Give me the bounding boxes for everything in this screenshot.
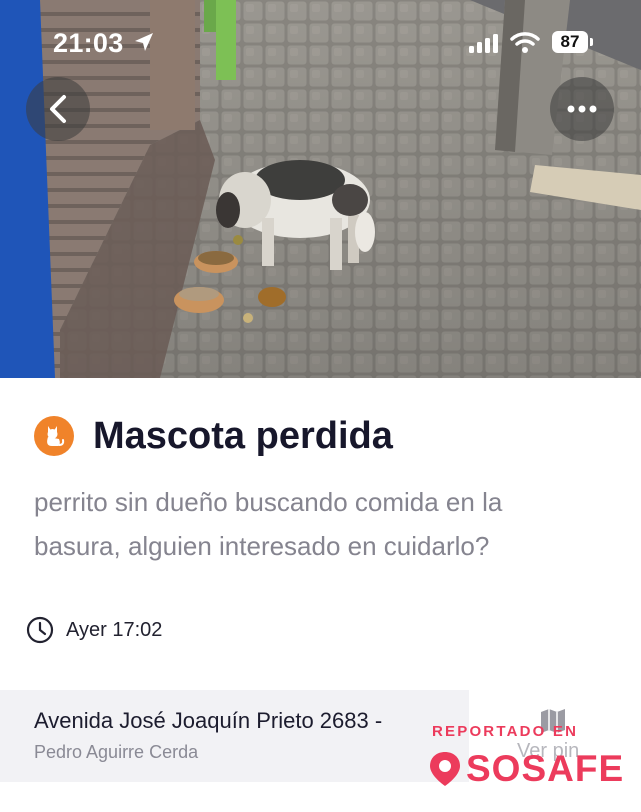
location-arrow-icon: [135, 33, 153, 51]
chevron-left-icon: [50, 95, 66, 123]
cellular-signal-icon: [469, 34, 498, 53]
report-photo[interactable]: 21:03 87: [0, 0, 641, 378]
report-time: Ayer 17:02: [26, 616, 162, 644]
address-info: Avenida José Joaquín Prieto 2683 - Pedro…: [0, 690, 469, 782]
shield-pin-icon: [430, 752, 460, 786]
report-title: Mascota perdida: [93, 414, 393, 457]
report-time-text: Ayer 17:02: [66, 618, 163, 641]
clock-icon: [26, 616, 54, 644]
battery-indicator: 87: [552, 31, 588, 53]
more-options-button[interactable]: [550, 77, 614, 141]
status-time: 21:03: [53, 28, 124, 58]
report-header: Mascota perdida: [34, 410, 393, 462]
status-bar: 21:03 87: [0, 0, 641, 86]
back-button[interactable]: [26, 77, 90, 141]
sosafe-watermark: SOSAFE: [428, 748, 624, 790]
address-street: Avenida José Joaquín Prieto 2683 -: [34, 708, 383, 733]
address-commune: Pedro Aguirre Cerda: [34, 742, 199, 762]
report-description: perrito sin dueño buscando comida en la …: [34, 487, 503, 561]
watermark-brand: SOSAFE: [466, 748, 625, 789]
cat-icon: [47, 426, 65, 446]
ellipsis-icon: [567, 105, 597, 113]
lost-pet-category-badge: [34, 416, 74, 456]
wifi-icon: [510, 32, 540, 53]
watermark-tagline: REPORTADO EN: [432, 723, 579, 740]
battery-nub: [590, 38, 593, 46]
